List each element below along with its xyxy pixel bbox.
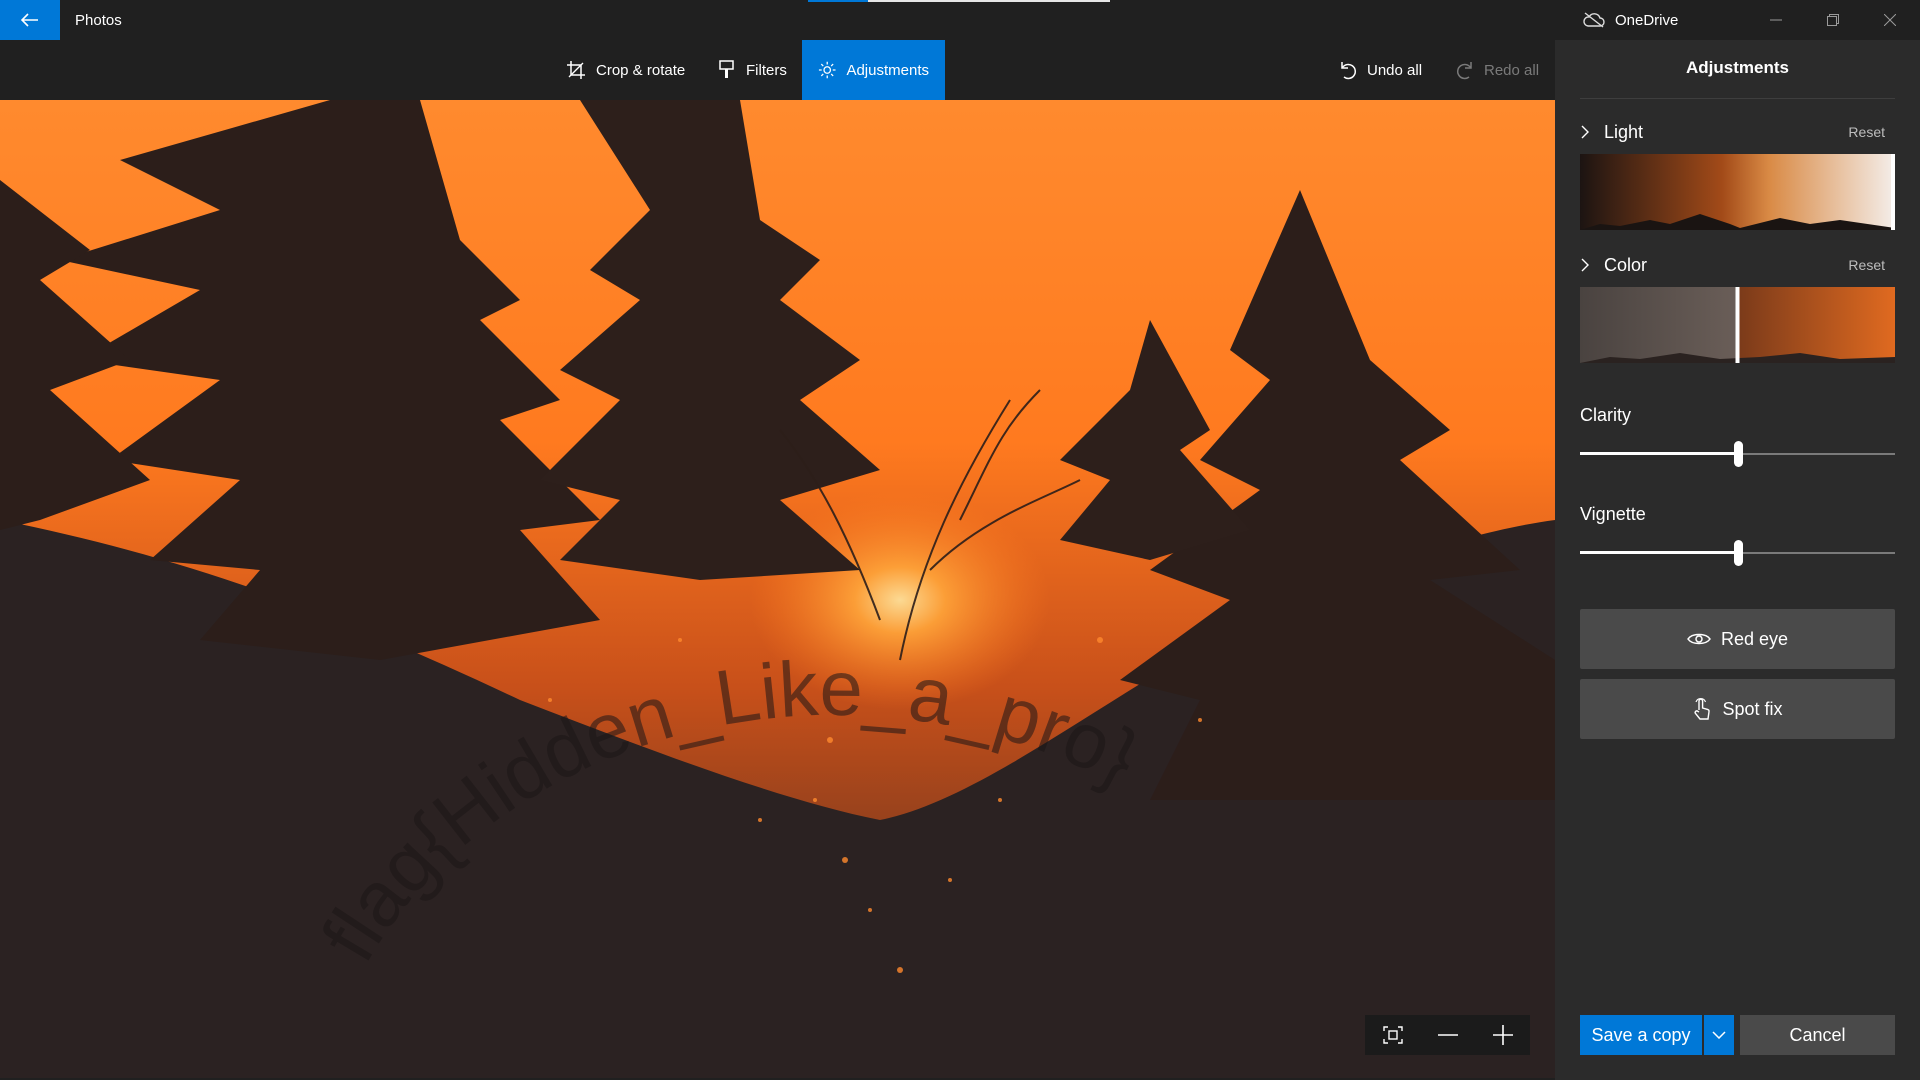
crop-icon (567, 61, 585, 79)
chevron-right-icon (1580, 257, 1604, 273)
light-level-marker (1891, 154, 1895, 230)
chevron-down-icon (1712, 1031, 1726, 1039)
light-gradient-preview (1580, 154, 1895, 230)
loading-progress-bar (808, 0, 1110, 2)
color-gradient-preview (1580, 287, 1895, 363)
vignette-slider-handle[interactable] (1733, 540, 1743, 566)
fit-to-window-icon (1382, 1026, 1403, 1044)
save-options-dropdown[interactable] (1704, 1015, 1734, 1055)
color-label: Color (1604, 254, 1648, 275)
undo-all-label: Undo all (1367, 61, 1423, 79)
zoom-out-button[interactable] (1420, 1015, 1475, 1055)
zoom-in-button[interactable] (1475, 1015, 1530, 1055)
color-level-marker (1735, 287, 1740, 363)
filters-brush-icon (719, 60, 734, 78)
redo-all-label: Redo all (1484, 61, 1540, 79)
undo-icon (1341, 62, 1356, 80)
clarity-slider-handle[interactable] (1733, 441, 1743, 467)
restore-icon (1827, 14, 1839, 26)
tab-label: Filters (746, 61, 787, 79)
tab-crop-rotate[interactable]: Crop & rotate (550, 40, 701, 100)
clarity-label: Clarity (1580, 405, 1632, 425)
color-section-header[interactable]: Color Reset (1580, 251, 1895, 279)
cancel-button[interactable]: Cancel (1740, 1015, 1895, 1055)
tab-label: Adjustments (846, 61, 929, 79)
light-label: Light (1604, 121, 1644, 142)
touch-hand-icon (1694, 698, 1711, 720)
vignette-slider[interactable] (1580, 538, 1895, 568)
chevron-right-icon (1580, 124, 1604, 140)
close-icon (1884, 14, 1896, 26)
panel-divider (1580, 98, 1895, 99)
onedrive-label: OneDrive (1615, 11, 1679, 29)
sun-icon (818, 61, 836, 79)
redo-icon (1457, 62, 1472, 80)
spot-fix-button[interactable]: Spot fix (1580, 679, 1895, 739)
onedrive-status[interactable]: OneDrive (1583, 10, 1678, 30)
title-bar: Photos OneDrive (0, 0, 1920, 40)
minimize-icon (1770, 19, 1782, 21)
back-arrow-icon (21, 13, 38, 27)
undo-all-button[interactable]: Undo all (1323, 40, 1438, 100)
tab-adjustments[interactable]: Adjustments (802, 40, 945, 100)
back-button[interactable] (0, 0, 60, 40)
tab-filters[interactable]: Filters (702, 40, 803, 100)
spot-fix-label: Spot fix (1722, 698, 1783, 719)
clarity-slider[interactable] (1580, 439, 1895, 469)
app-title: Photos (75, 12, 122, 29)
light-section-header[interactable]: Light Reset (1580, 118, 1895, 146)
vignette-label: Vignette (1580, 504, 1646, 524)
light-reset-button[interactable]: Reset (1848, 124, 1885, 140)
light-slider-thumbnail[interactable] (1580, 154, 1895, 230)
sunset-trees-photo: flag{Hidden_Like_a_pro} (0, 100, 1555, 1078)
color-slider-thumbnail[interactable] (1580, 287, 1895, 363)
tab-label: Crop & rotate (596, 61, 686, 79)
minimize-button[interactable] (1748, 0, 1804, 40)
zoom-in-icon (1492, 1025, 1513, 1045)
eye-icon (1687, 633, 1711, 645)
zoom-out-icon (1437, 1034, 1458, 1036)
red-eye-label: Red eye (1720, 628, 1789, 649)
onedrive-cloud-icon (1583, 12, 1605, 28)
save-a-copy-button[interactable]: Save a copy (1580, 1015, 1702, 1055)
restore-button[interactable] (1805, 0, 1861, 40)
close-button[interactable] (1862, 0, 1918, 40)
panel-title: Adjustments (1686, 58, 1789, 77)
redo-all-button[interactable]: Redo all (1440, 40, 1555, 100)
fit-to-window-button[interactable] (1365, 1015, 1420, 1055)
red-eye-button[interactable]: Red eye (1580, 609, 1895, 669)
zoom-controls (1365, 1015, 1530, 1055)
color-reset-button[interactable]: Reset (1848, 257, 1885, 273)
photo-canvas[interactable]: flag{Hidden_Like_a_pro} (0, 100, 1555, 1078)
